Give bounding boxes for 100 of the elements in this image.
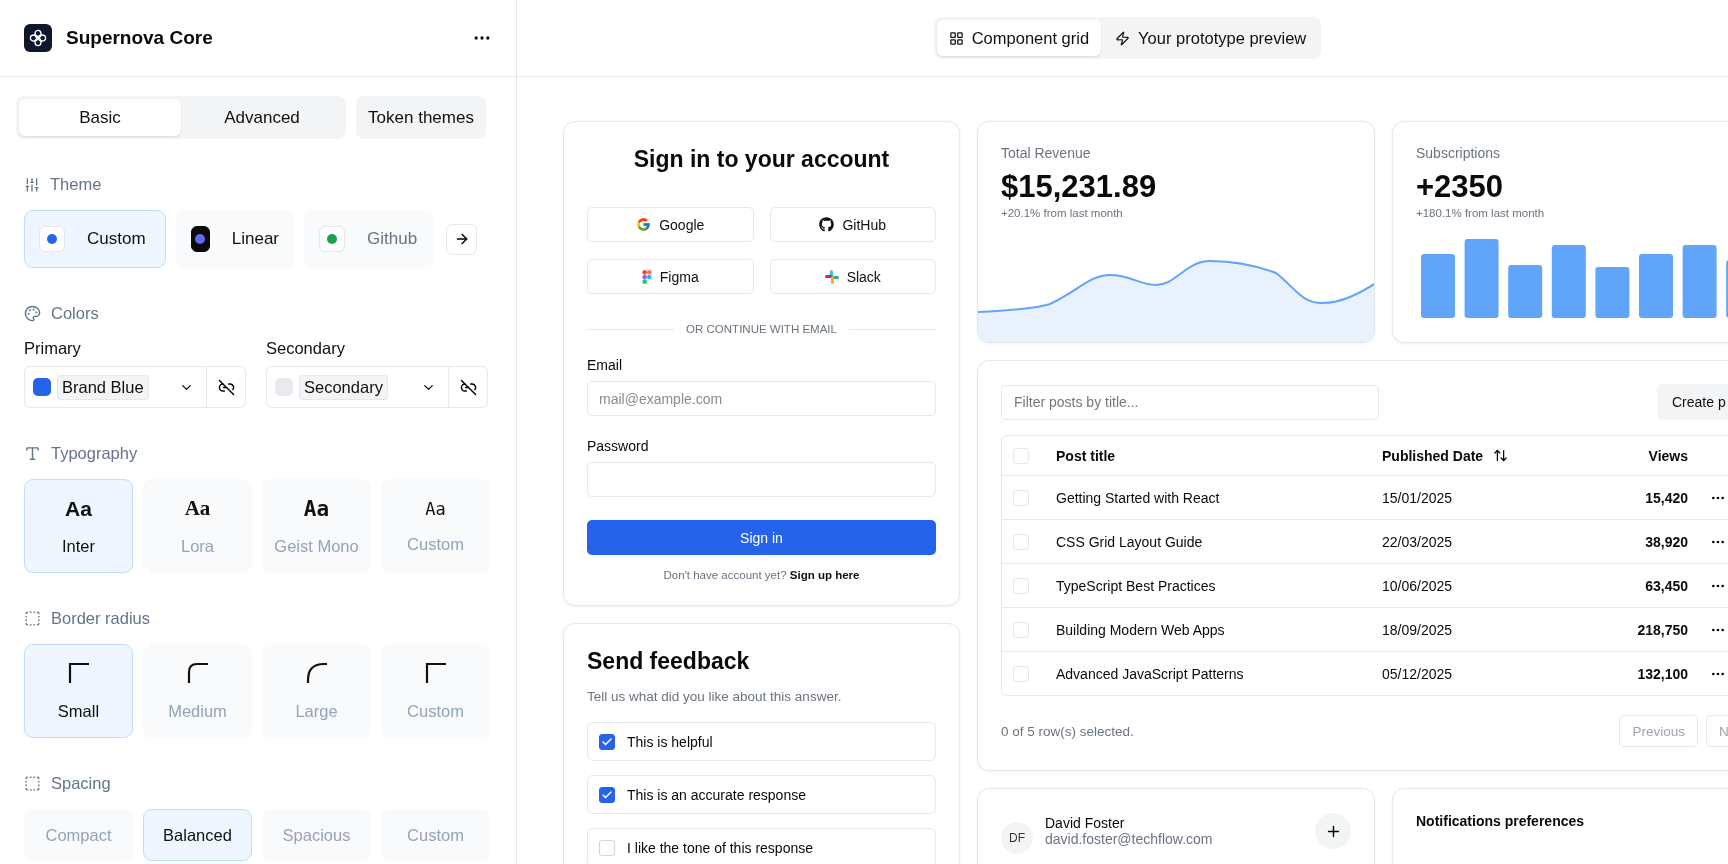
corner-icon xyxy=(305,661,328,684)
dashed-square-icon xyxy=(24,775,41,792)
create-button[interactable]: Create p xyxy=(1657,384,1728,420)
stat-change: +20.1% from last month xyxy=(1001,207,1124,219)
type-icon xyxy=(24,445,41,462)
password-field[interactable] xyxy=(587,462,936,497)
stat-label: Subscriptions xyxy=(1416,145,1502,161)
spacing-option[interactable]: Balanced xyxy=(143,809,252,861)
row-checkbox[interactable] xyxy=(1013,489,1029,506)
table-cell-text: CSS Grid Layout Guide xyxy=(1056,533,1204,550)
stat-label: Total Revenue xyxy=(1001,145,1092,161)
theme-option[interactable]: Custom xyxy=(24,210,166,268)
theme-option[interactable]: Linear xyxy=(176,210,294,268)
bar xyxy=(1639,254,1673,318)
signup-prompt: Don't have account yet? Sign up here xyxy=(662,569,861,581)
table-cell-text: Advanced JavaScript Patterns xyxy=(1056,665,1245,682)
figma-icon xyxy=(641,269,652,284)
sliders-icon xyxy=(24,176,40,193)
stat-value: $15,231.89 xyxy=(1001,169,1158,205)
color-name: Brand Blue xyxy=(57,374,149,400)
color-select[interactable]: Secondary xyxy=(266,366,488,408)
app-title: Supernova Core xyxy=(66,27,214,49)
github-icon xyxy=(819,217,835,232)
email-field[interactable]: mail@example.com xyxy=(587,381,936,416)
section-title: Spacing xyxy=(51,774,111,793)
next-arrow-button[interactable] xyxy=(446,223,477,255)
font-sample: Aa xyxy=(184,496,211,521)
signup-link[interactable]: Sign up here xyxy=(789,569,860,581)
color-select[interactable]: Brand Blue xyxy=(24,366,246,408)
checkbox[interactable] xyxy=(599,786,615,803)
font-name: Custom xyxy=(407,534,464,554)
column-header: Views xyxy=(1647,447,1688,464)
table-cell-text: Building Modern Web Apps xyxy=(1056,621,1226,638)
select-all-checkbox[interactable] xyxy=(1013,447,1029,464)
feedback-option[interactable]: I like the tone of this response xyxy=(587,828,936,864)
broken-link-icon xyxy=(459,378,477,396)
section-title: Border radius xyxy=(51,609,151,628)
radius-name: Large xyxy=(295,701,338,721)
font-sample: Aa xyxy=(425,498,446,519)
font-sample: Aa xyxy=(65,496,92,521)
check-icon xyxy=(601,788,613,801)
corner-icon xyxy=(424,661,447,684)
row-checkbox[interactable] xyxy=(1013,533,1029,550)
provider-button[interactable]: Slack xyxy=(769,259,936,294)
corner-icon xyxy=(67,661,90,684)
settings-tab[interactable]: Advanced xyxy=(181,99,343,136)
field-label: Primary xyxy=(24,339,82,358)
provider-button[interactable]: Google xyxy=(587,207,754,242)
bar xyxy=(1595,267,1630,318)
settings-tab[interactable]: Basic xyxy=(19,99,181,136)
field-label: Email xyxy=(587,357,623,373)
divider-text: OR CONTINUE WITH EMAIL xyxy=(686,323,837,335)
card-title: Send feedback xyxy=(587,648,751,675)
bar xyxy=(1421,254,1455,318)
row-checkbox[interactable] xyxy=(1013,621,1029,638)
check-icon xyxy=(601,735,613,748)
row-checkbox[interactable] xyxy=(1013,577,1029,594)
feedback-option[interactable]: This is helpful xyxy=(587,722,936,761)
font-name: Lora xyxy=(181,537,214,556)
theme-option[interactable]: Github xyxy=(304,210,434,268)
radius-name: Custom xyxy=(407,701,464,721)
field-label: Secondary xyxy=(266,339,346,358)
stat-value: +2350 xyxy=(1416,169,1505,205)
color-name: Secondary xyxy=(299,374,388,400)
font-option[interactable]: Aa Custom xyxy=(381,479,490,573)
table-cell-text: 15/01/2025 xyxy=(1382,489,1454,506)
sign-in-button[interactable]: Sign in xyxy=(587,520,936,555)
view-tab[interactable]: Your prototype preview xyxy=(1103,20,1319,56)
font-option[interactable]: Aa Lora xyxy=(143,479,252,573)
font-name: Inter xyxy=(62,536,95,556)
field-label: Password xyxy=(587,438,650,454)
provider-button[interactable]: Figma xyxy=(587,259,754,294)
view-tab[interactable]: Component grid xyxy=(936,20,1102,56)
feedback-option[interactable]: This is an accurate response xyxy=(587,775,936,814)
font-option[interactable]: Aa Inter xyxy=(24,479,133,573)
palette-icon xyxy=(24,305,41,322)
bar xyxy=(1508,265,1543,318)
token-themes-button[interactable]: Token themes xyxy=(356,96,486,139)
font-option[interactable]: Aa Geist Mono xyxy=(262,479,371,573)
corner-icon xyxy=(186,661,209,684)
card-title: Sign in to your account xyxy=(632,146,891,173)
sort-icon xyxy=(1493,448,1509,463)
filter-field[interactable]: Filter posts by title... xyxy=(1001,384,1379,420)
checkbox[interactable] xyxy=(599,733,615,750)
table-cell-text: 218,750 xyxy=(1636,621,1688,638)
radius-option[interactable]: Small xyxy=(24,644,133,738)
google-icon xyxy=(636,217,652,232)
section-title: Theme xyxy=(50,175,102,194)
grid-icon xyxy=(948,30,964,46)
row-checkbox[interactable] xyxy=(1013,665,1029,682)
table-cell-text: 05/12/2025 xyxy=(1382,665,1454,682)
table-cell-text: Getting Started with React xyxy=(1056,489,1221,506)
provider-button[interactable]: GitHub xyxy=(769,207,936,242)
logo-icon xyxy=(24,24,52,52)
stat-change: +180.1% from last month xyxy=(1416,207,1546,219)
dashed-square-icon xyxy=(24,610,41,627)
column-header[interactable]: Published Date xyxy=(1382,447,1589,464)
broken-link-icon xyxy=(217,378,235,396)
user-name: David Foster xyxy=(1045,815,1126,831)
radius-name: Medium xyxy=(168,701,227,721)
